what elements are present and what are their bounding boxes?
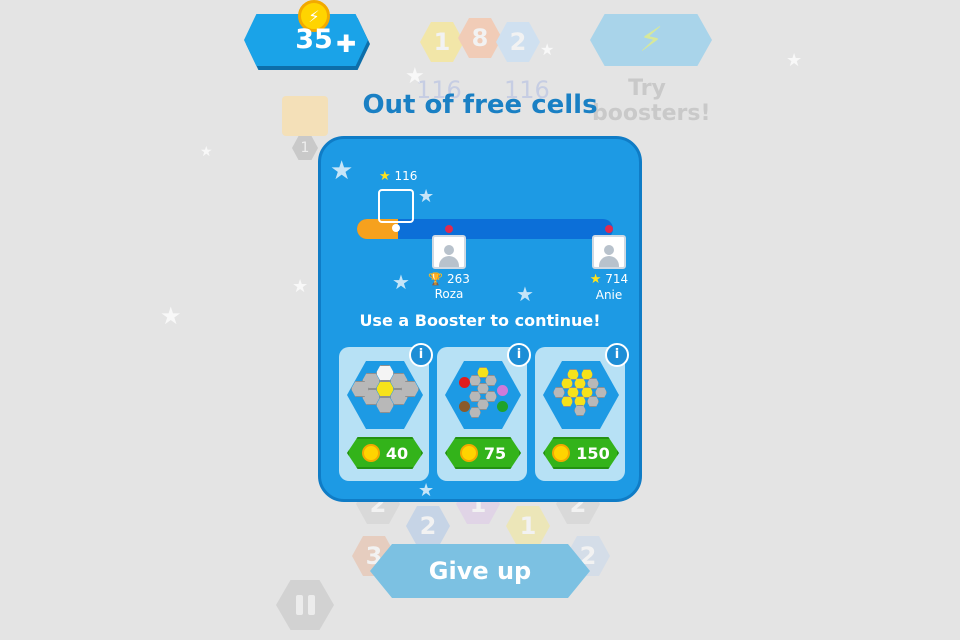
info-icon[interactable]: i bbox=[605, 343, 629, 367]
bg-hex: 2 bbox=[496, 22, 540, 62]
avatar bbox=[592, 235, 626, 269]
gift-count-badge: 1 bbox=[292, 136, 318, 160]
user-icon bbox=[598, 243, 620, 267]
booster-prompt: Use a Booster to continue! bbox=[359, 311, 601, 330]
coin-icon bbox=[361, 444, 380, 462]
sparkle-icon: ★ bbox=[405, 64, 425, 89]
hammer-booster-icon bbox=[347, 361, 423, 429]
sparkle-icon: ★ bbox=[392, 270, 410, 294]
your-score-value: 116 bbox=[394, 169, 418, 183]
lightning-icon: ⚡ bbox=[590, 14, 712, 66]
bg-hex: 1 bbox=[420, 22, 464, 62]
buy-colors-button[interactable]: 75 bbox=[445, 437, 521, 469]
sparkle-icon: ★ bbox=[330, 156, 354, 186]
info-icon[interactable]: i bbox=[409, 343, 433, 367]
bg-hex: 2 bbox=[406, 506, 450, 546]
booster-price: 40 bbox=[385, 443, 409, 463]
star-icon: ★ bbox=[379, 169, 391, 184]
booster-price: 150 bbox=[576, 443, 610, 463]
sparkle-icon: ★ bbox=[516, 282, 534, 306]
rival-marker bbox=[445, 225, 453, 233]
bomb-booster-icon bbox=[543, 361, 619, 429]
booster-card-colors[interactable]: i 75 bbox=[437, 343, 531, 481]
rival-score: 263 bbox=[446, 272, 470, 286]
color-booster-icon bbox=[445, 361, 521, 429]
trophy-icon: 🏆 bbox=[428, 272, 444, 286]
rival-marker bbox=[605, 225, 613, 233]
sparkle-icon: ★ bbox=[200, 144, 213, 160]
coin-balance: 35 bbox=[295, 24, 333, 55]
pause-icon bbox=[276, 580, 334, 630]
info-icon[interactable]: i bbox=[507, 343, 531, 367]
booster-card-hammer[interactable]: i 40 bbox=[339, 343, 433, 481]
your-avatar-frame bbox=[378, 189, 414, 223]
coin-icon bbox=[459, 444, 478, 462]
rival-anie: ★ 714 Anie bbox=[569, 225, 649, 302]
rival-roza: 🏆 263 Roza bbox=[409, 225, 489, 301]
buy-hammer-button[interactable]: 40 bbox=[347, 437, 423, 469]
coin-icon bbox=[552, 444, 571, 462]
booster-card-bomb[interactable]: i 150 bbox=[535, 343, 629, 481]
sparkle-icon: ★ bbox=[160, 302, 182, 330]
dialog-title: Out of free cells bbox=[362, 90, 598, 120]
sparkle-icon: ★ bbox=[418, 480, 435, 501]
your-position-marker bbox=[392, 224, 400, 232]
avatar bbox=[432, 235, 466, 269]
booster-price: 75 bbox=[483, 443, 507, 463]
rival-name: Roza bbox=[434, 287, 464, 301]
give-up-button[interactable]: Give up bbox=[370, 544, 590, 598]
game-screen: 1 8 2 116 116 1 ⚡ Try boosters! 2 2 1 1 … bbox=[0, 0, 960, 640]
sparkle-icon: ★ bbox=[418, 186, 435, 207]
out-of-cells-dialog: ★ 116 🏆 263 Roza ★ 714 Anie Use a Booste… bbox=[318, 136, 642, 502]
buy-bomb-button[interactable]: 150 bbox=[543, 437, 619, 469]
rival-name: Anie bbox=[595, 288, 623, 302]
bg-hex: 1 bbox=[506, 506, 550, 546]
user-icon bbox=[438, 243, 460, 267]
plus-icon[interactable]: ✚ bbox=[336, 32, 356, 56]
bg-hex: 8 bbox=[458, 18, 502, 58]
star-icon: ★ bbox=[589, 272, 602, 287]
sparkle-icon: ★ bbox=[786, 50, 803, 71]
rival-score: 714 bbox=[605, 272, 629, 286]
your-score: ★ 116 bbox=[379, 169, 417, 184]
sparkle-icon: ★ bbox=[292, 276, 309, 297]
sparkle-icon: ★ bbox=[540, 40, 555, 59]
